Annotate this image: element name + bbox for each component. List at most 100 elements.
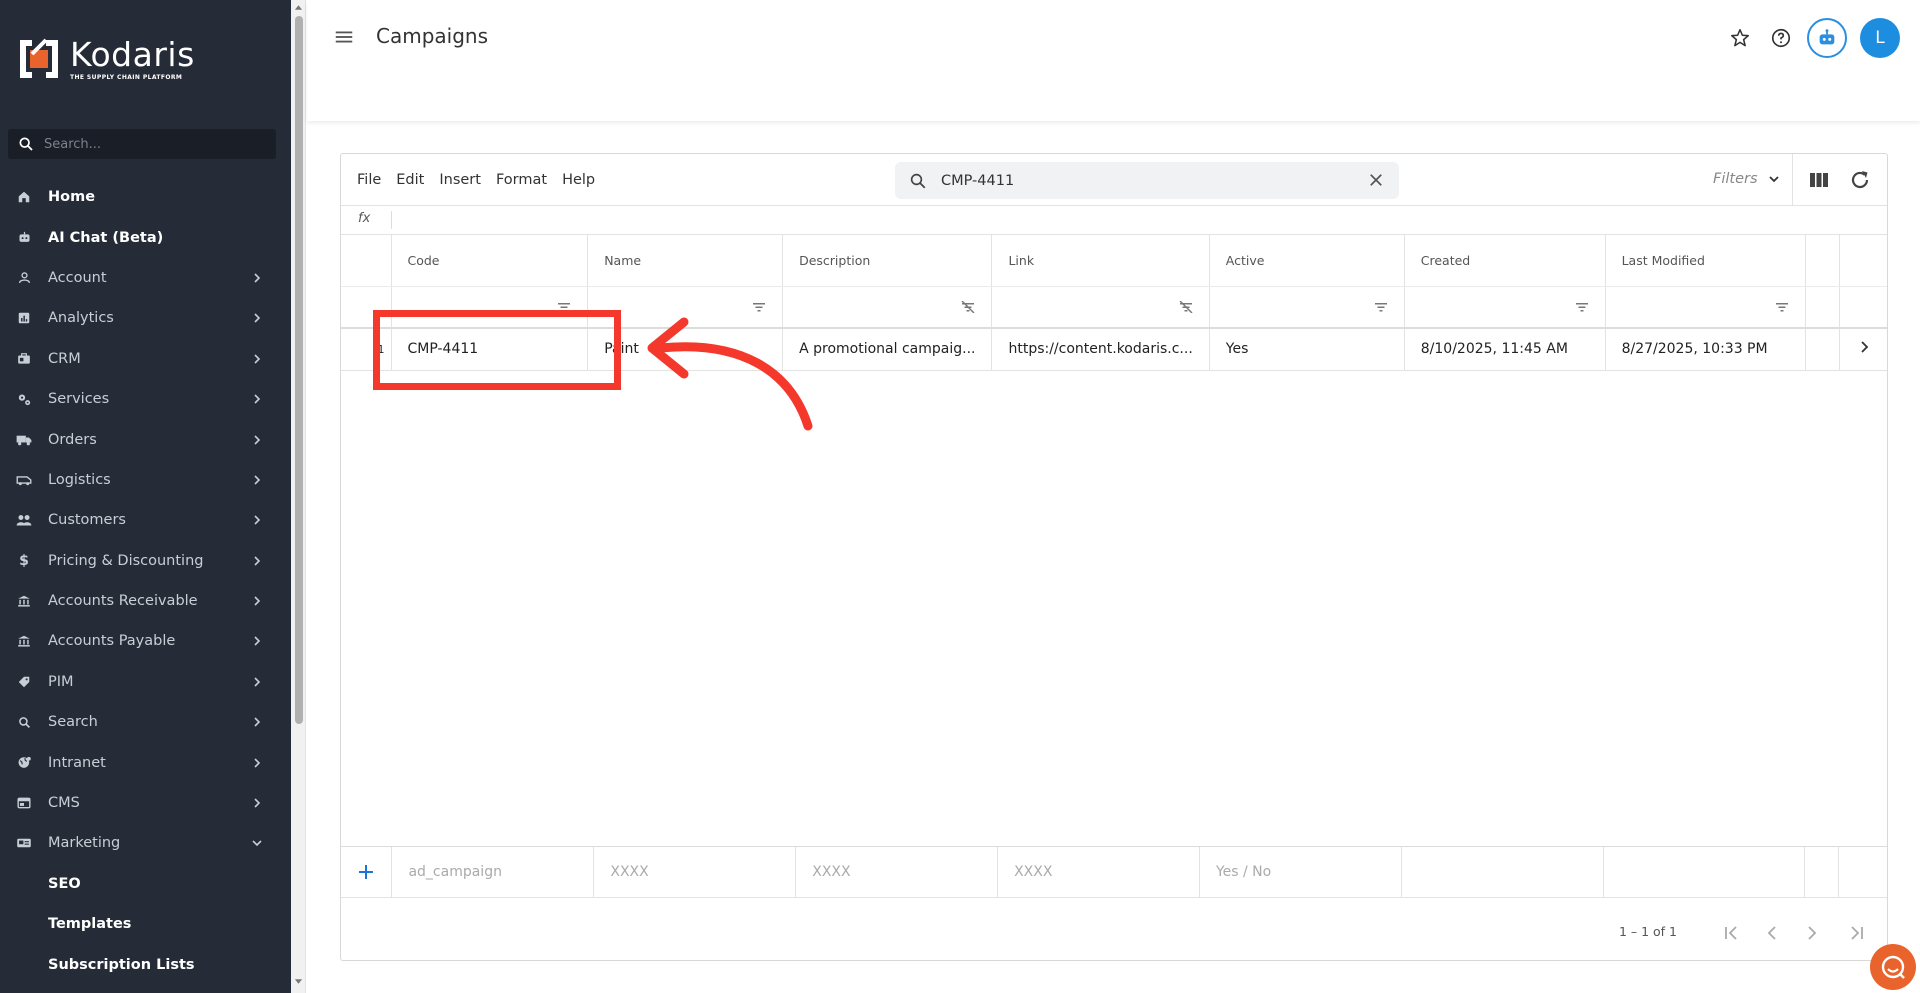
sidebar-item-analytics[interactable]: Analytics xyxy=(0,298,282,338)
filters-label: Filters xyxy=(1713,171,1758,187)
column-header-active[interactable]: Active xyxy=(1209,235,1405,287)
sidebar-subitem-seo[interactable]: SEO xyxy=(0,864,282,904)
crm-icon xyxy=(16,351,32,367)
new-code-field[interactable]: ad_campaign xyxy=(391,847,595,898)
top-header: Campaigns L xyxy=(307,0,1920,121)
ai-assistant-button[interactable] xyxy=(1807,18,1847,58)
sidebar-item-label: Intranet xyxy=(48,754,106,771)
cell-last-modified[interactable]: 8/27/2025, 10:33 PM xyxy=(1605,328,1807,371)
cell-created[interactable]: 8/10/2025, 11:45 AM xyxy=(1404,328,1606,371)
search-icon xyxy=(16,714,32,730)
sidebar-item-cms[interactable]: CMS xyxy=(0,783,282,823)
previous-page-icon[interactable] xyxy=(1761,922,1783,944)
star-icon xyxy=(1730,28,1750,47)
scroll-down-icon[interactable] xyxy=(294,978,303,986)
column-header-link[interactable]: Link xyxy=(991,235,1210,287)
chevron-right-icon xyxy=(254,556,261,566)
sidebar-item-label: Search xyxy=(48,714,98,731)
filter-icon[interactable] xyxy=(1575,301,1589,313)
filter-cell-created[interactable] xyxy=(1404,286,1606,329)
sidebar-item-crm[interactable]: CRM xyxy=(0,339,282,379)
filter-off-icon[interactable] xyxy=(1179,300,1193,313)
sidebar-item-logistics[interactable]: Logistics xyxy=(0,460,282,500)
menu-help[interactable]: Help xyxy=(562,172,595,188)
new-actions xyxy=(1838,847,1887,898)
sidebar-scrollbar[interactable] xyxy=(291,0,306,993)
grid-menu-bar: File Edit Insert Format Help xyxy=(357,172,610,188)
curved-arrow-icon xyxy=(647,317,813,431)
logo[interactable]: Kodaris THE SUPPLY CHAIN PLATFORM xyxy=(18,36,195,82)
grid-search[interactable] xyxy=(895,162,1399,199)
cell-link[interactable]: https://content.kodaris.c... xyxy=(991,328,1210,371)
column-header-description[interactable]: Description xyxy=(782,235,993,287)
cell-active[interactable]: Yes xyxy=(1209,328,1405,371)
filter-icon[interactable] xyxy=(1775,301,1789,313)
help-button[interactable] xyxy=(1761,18,1801,58)
scroll-up-icon[interactable] xyxy=(294,3,303,11)
column-header-name[interactable]: Name xyxy=(587,235,784,287)
chevron-right-icon[interactable] xyxy=(1857,340,1871,354)
favorite-star-button[interactable] xyxy=(1720,18,1760,58)
filter-icon[interactable] xyxy=(1374,301,1388,313)
column-header-created[interactable]: Created xyxy=(1404,235,1606,287)
chat-widget-button[interactable] xyxy=(1870,944,1916,990)
hamburger-menu-icon[interactable] xyxy=(333,26,355,48)
sidebar-search-input[interactable] xyxy=(44,136,254,152)
sidebar-item-services[interactable]: Services xyxy=(0,379,282,419)
filter-cell-link[interactable] xyxy=(991,286,1210,329)
dollar-icon: $ xyxy=(19,552,29,569)
sidebar-item-ai-chat[interactable]: AI Chat (Beta) xyxy=(0,217,282,257)
menu-edit[interactable]: Edit xyxy=(396,172,424,188)
formula-bar[interactable]: fx xyxy=(341,206,1887,235)
sidebar-subitem-templates[interactable]: Templates xyxy=(0,904,282,944)
new-description-field[interactable]: XXXX xyxy=(795,847,999,898)
sidebar-item-intranet[interactable]: Intranet xyxy=(0,742,282,782)
grid-search-input[interactable] xyxy=(941,172,1341,189)
user-avatar[interactable]: L xyxy=(1860,18,1900,58)
sidebar-item-label: Pricing & Discounting xyxy=(48,552,204,569)
sidebar-item-home[interactable]: Home xyxy=(0,177,282,217)
sidebar-item-marketing[interactable]: Marketing xyxy=(0,823,282,863)
menu-file[interactable]: File xyxy=(357,172,381,188)
new-record-row: ad_campaign XXXX XXXX XXXX Yes / No xyxy=(341,846,1887,898)
last-page-icon[interactable] xyxy=(1845,922,1867,944)
sidebar-item-customers[interactable]: Customers xyxy=(0,500,282,540)
column-header-code[interactable]: Code xyxy=(391,235,589,287)
menu-insert[interactable]: Insert xyxy=(439,172,481,188)
chevron-right-icon xyxy=(254,717,261,727)
new-link-field[interactable]: XXXX xyxy=(997,847,1200,898)
filters-dropdown[interactable]: Filters xyxy=(1713,171,1780,187)
chevron-right-icon xyxy=(254,677,261,687)
refresh-icon[interactable] xyxy=(1848,168,1872,192)
chevron-right-icon xyxy=(254,798,261,808)
new-active-field[interactable]: Yes / No xyxy=(1199,847,1402,898)
new-name-field[interactable]: XXXX xyxy=(593,847,797,898)
sidebar-item-accounts-receivable[interactable]: Accounts Receivable xyxy=(0,581,282,621)
columns-icon[interactable] xyxy=(1807,168,1831,192)
sidebar-item-label: AI Chat (Beta) xyxy=(48,229,164,246)
sidebar-search[interactable] xyxy=(8,129,276,159)
first-page-icon[interactable] xyxy=(1721,922,1743,944)
sidebar-item-pricing[interactable]: $ Pricing & Discounting xyxy=(0,541,282,581)
clear-search-icon[interactable] xyxy=(1367,171,1385,189)
filter-cell-active[interactable] xyxy=(1209,286,1405,329)
sidebar-item-accounts-payable[interactable]: Accounts Payable xyxy=(0,621,282,661)
scroll-thumb[interactable] xyxy=(295,16,303,724)
filter-off-icon[interactable] xyxy=(961,300,975,313)
sidebar-item-account[interactable]: Account xyxy=(0,258,282,298)
sidebar-item-label: Services xyxy=(48,391,110,408)
next-page-icon[interactable] xyxy=(1801,922,1823,944)
kodaris-logo-icon xyxy=(18,38,60,80)
menu-format[interactable]: Format xyxy=(496,172,547,188)
sidebar-subitem-subscription-lists[interactable]: Subscription Lists xyxy=(0,944,282,984)
search-icon xyxy=(19,137,33,151)
sidebar-item-orders[interactable]: Orders xyxy=(0,419,282,459)
grid-toolbar: File Edit Insert Format Help Filters xyxy=(341,154,1887,206)
sidebar-item-search[interactable]: Search xyxy=(0,702,282,742)
filter-cell-last-modified[interactable] xyxy=(1605,286,1807,329)
row-open-cell[interactable] xyxy=(1839,328,1887,371)
add-row-button[interactable] xyxy=(341,847,393,898)
page-title: Campaigns xyxy=(376,24,489,48)
sidebar-item-pim[interactable]: PIM xyxy=(0,662,282,702)
column-header-last-modified[interactable]: Last Modified xyxy=(1605,235,1807,287)
